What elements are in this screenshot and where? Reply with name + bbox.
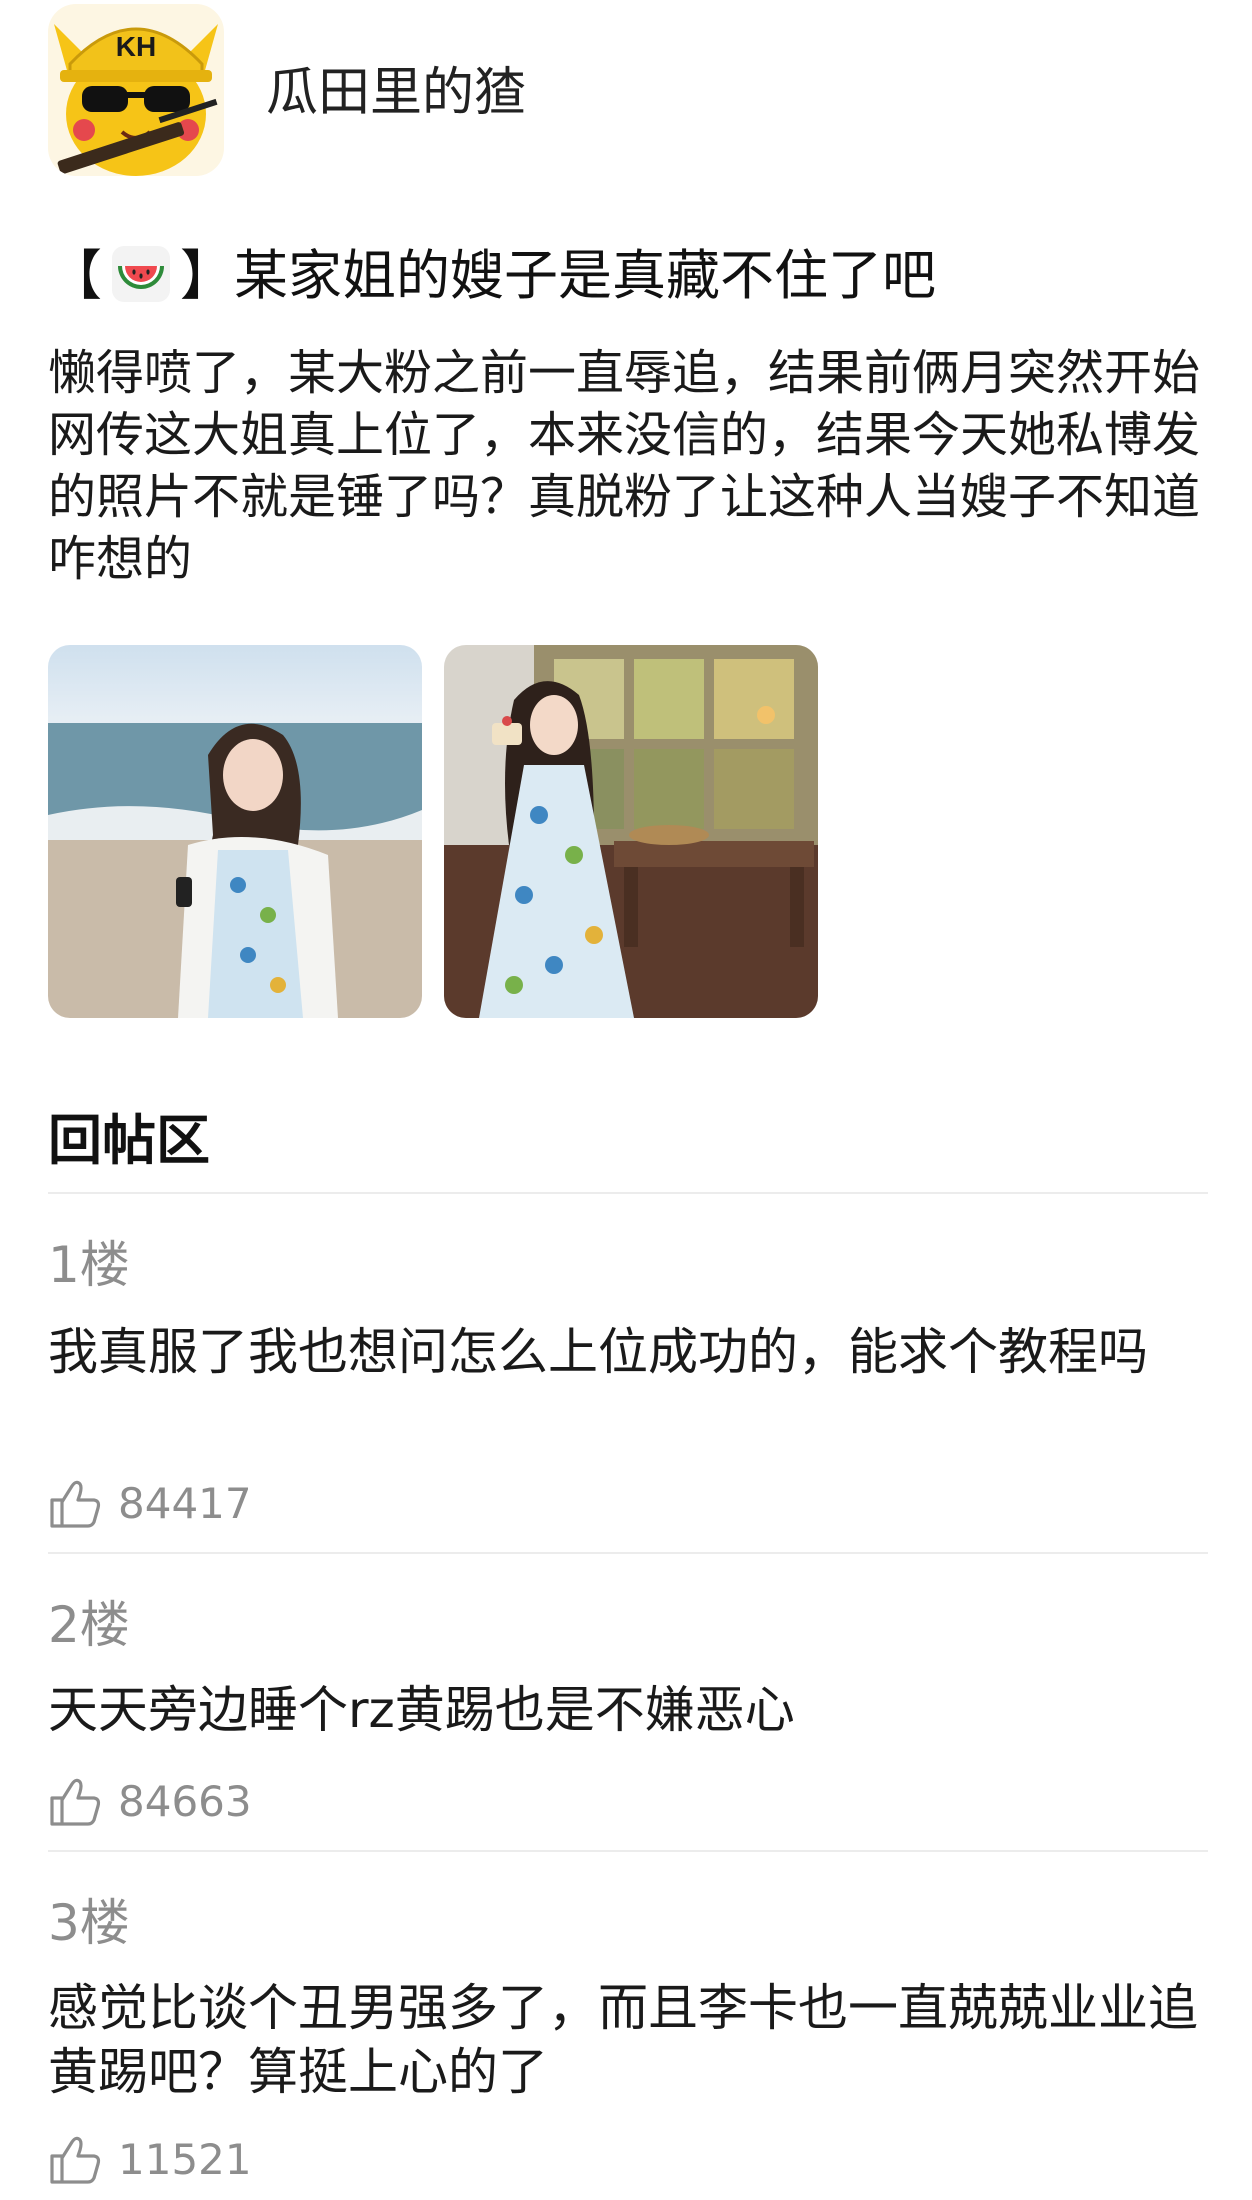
reply-2-floor: 2楼 (48, 1596, 130, 1654)
post-header: KH 瓜田里的猹 (48, 0, 1208, 180)
post-photo-2[interactable] (444, 645, 818, 1018)
reply-3-text: 感觉比谈个丑男强多了，而且李卡也一直兢兢业业追黄踢吧？算挺上心的了 (48, 1979, 1198, 2101)
post-title: 【 】某家姐的嫂子是真藏不住了吧 (48, 240, 936, 312)
replies-section-title: 回帖区 (48, 1109, 210, 1172)
avatar[interactable]: KH (48, 4, 224, 176)
reply-2-like-count: 84663 (118, 1777, 252, 1826)
reply-2-text: 天天旁边睡个rz黄踢也是不嫌恶心 (48, 1681, 795, 1739)
post-photo-1[interactable] (48, 645, 422, 1018)
thumbs-up-icon (50, 1480, 101, 1528)
author-name[interactable]: 瓜田里的猹 (266, 58, 526, 128)
thumbs-up-icon (50, 1778, 101, 1826)
pikachu-kh-avatar-icon: KH (48, 4, 224, 176)
post-body: 懒得喷了，某大粉之前一直辱追，结果前俩月突然开始网传这大姐真上位了，本来没信的，… (48, 345, 1201, 587)
reply-1-like-count: 84417 (118, 1479, 252, 1528)
photo-cake-girl-icon (444, 645, 818, 1018)
title-bracket-open: 【 (48, 244, 102, 307)
title-text: 】某家姐的嫂子是真藏不住了吧 (180, 244, 936, 307)
divider (48, 1192, 1208, 1194)
photo-beach-girl-icon (48, 645, 422, 1018)
avatar-badge-text: KH (116, 31, 156, 62)
photo-grid (48, 645, 1208, 1020)
thumbs-up-icon (50, 2136, 101, 2184)
reply-1-text: 我真服了我也想问怎么上位成功的，能求个教程吗 (48, 1323, 1148, 1381)
reply-3-like-count: 11521 (118, 2135, 252, 2184)
reply-1-floor: 1楼 (48, 1236, 130, 1294)
watermelon-icon (110, 244, 172, 304)
divider (48, 1850, 1208, 1852)
divider (48, 1552, 1208, 1554)
reply-3-floor: 3楼 (48, 1894, 130, 1952)
